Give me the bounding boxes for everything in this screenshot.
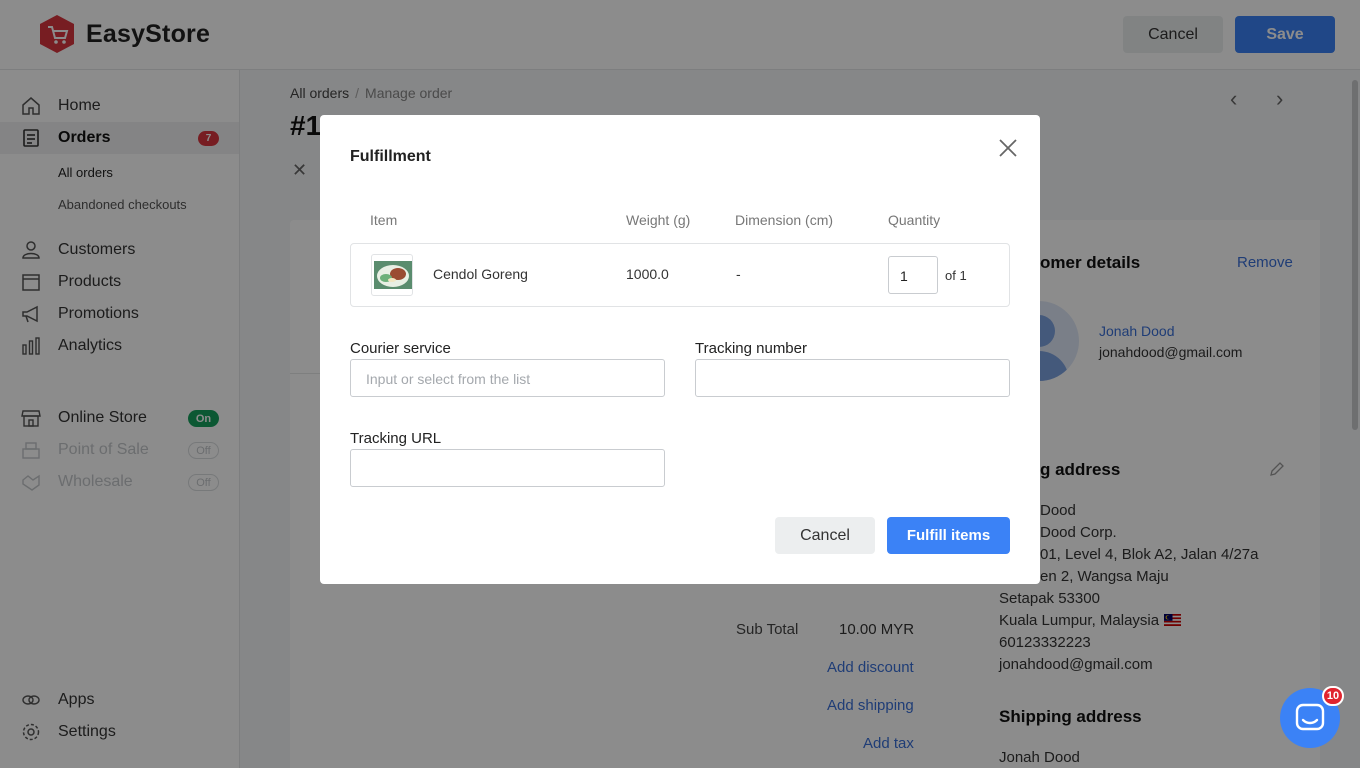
- food-image-icon: [374, 261, 412, 289]
- courier-service-label: Courier service: [350, 340, 451, 357]
- chat-unread-badge: 10: [1322, 686, 1344, 706]
- item-name: Cendol Goreng: [433, 266, 528, 282]
- tracking-number-label: Tracking number: [695, 340, 807, 357]
- item-dimension: -: [736, 266, 741, 282]
- quantity-input[interactable]: 1: [888, 256, 938, 294]
- close-icon[interactable]: [997, 137, 1019, 159]
- tracking-url-label: Tracking URL: [350, 430, 442, 447]
- chat-icon: [1295, 703, 1325, 731]
- tracking-number-input[interactable]: [695, 359, 1010, 397]
- product-thumbnail: [371, 254, 413, 296]
- column-header-dimension: Dimension (cm): [735, 212, 834, 228]
- column-header-item: Item: [370, 212, 398, 228]
- item-weight: 1000.0: [626, 266, 669, 282]
- fulfill-items-button[interactable]: Fulfill items: [887, 517, 1010, 554]
- modal-title: Fulfillment: [350, 148, 431, 165]
- modal-cancel-button[interactable]: Cancel: [775, 517, 875, 554]
- column-header-weight: Weight (g): [626, 212, 691, 228]
- fulfillment-item-row: Cendol Goreng 1000.0 - 1 of 1: [350, 243, 1010, 307]
- tracking-url-input[interactable]: [350, 449, 665, 487]
- courier-service-input[interactable]: Input or select from the list: [350, 359, 665, 397]
- fulfillment-modal: Fulfillment Item Weight (g) Dimension (c…: [320, 115, 1040, 584]
- column-header-quantity: Quantity: [888, 212, 941, 228]
- quantity-total: of 1: [945, 268, 967, 283]
